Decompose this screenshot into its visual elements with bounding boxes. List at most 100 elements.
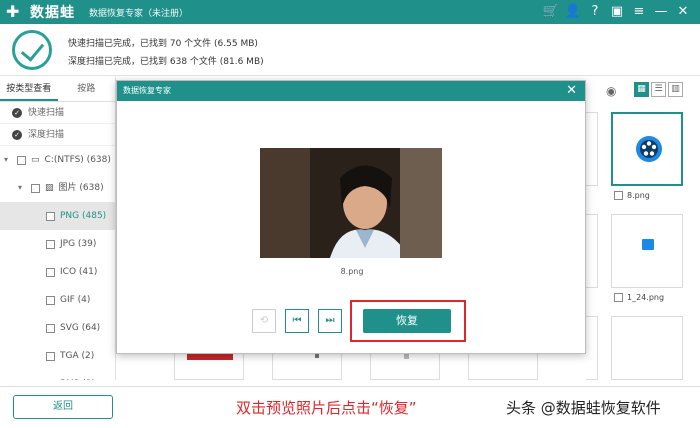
file-thumbnail[interactable] <box>611 316 683 380</box>
tree-item-images[interactable]: ▾ ▨ 图片 (638) <box>0 174 115 202</box>
previous-icon: ⏮ <box>292 315 302 326</box>
thumbnail-content <box>187 354 233 360</box>
tree-item-label: GIF (4) <box>60 295 91 305</box>
logo-plus-icon: ✚ <box>6 2 20 21</box>
rotate-button[interactable]: ⟲ <box>252 309 276 333</box>
detail-view-icon[interactable]: ▥ <box>668 82 683 97</box>
quick-scan-status: 快速扫描已完成，已找到 70 个文件 (6.55 MB) <box>68 39 258 49</box>
scan-item-label: 快速扫描 <box>28 107 65 118</box>
checkbox[interactable] <box>46 267 55 277</box>
checkbox[interactable] <box>46 295 55 305</box>
view-switcher: ▦ ☰ ▥ <box>634 82 683 97</box>
tree-item-label: BMP (3) <box>60 370 95 380</box>
user-icon[interactable]: 👤 <box>564 2 582 22</box>
save-icon[interactable]: ▣ <box>608 2 626 22</box>
chevron-down-icon[interactable]: ▾ <box>4 146 12 174</box>
title-icons: 🛒 👤 ? ▣ ≡ — ✕ <box>542 2 692 22</box>
file-name-row: 8.png <box>614 191 650 200</box>
thumbnail-content <box>404 354 409 359</box>
close-icon[interactable]: ✕ <box>674 2 692 22</box>
file-name-row: 1_24.png <box>614 293 664 302</box>
check-circle-icon <box>12 30 52 70</box>
file-thumbnail[interactable] <box>586 214 598 288</box>
instruction-caption: 双击预览照片后点击“恢复” <box>236 399 417 417</box>
app-subtitle: 数据恢复专家（未注册） <box>89 8 189 19</box>
tree-item-bmp[interactable]: BMP (3) <box>0 370 115 380</box>
folder-icon <box>642 239 654 250</box>
file-thumbnail[interactable] <box>586 316 598 380</box>
tab-by-type[interactable]: 按类型查看 <box>0 77 58 101</box>
next-icon: ⏭ <box>325 315 335 326</box>
file-thumbnail[interactable] <box>370 354 440 380</box>
checkbox[interactable] <box>46 351 55 361</box>
tree-item-label: C:(NTFS) (638) <box>44 155 111 165</box>
deep-scan-status: 深度扫描已完成，已找到 638 个文件 (81.6 MB) <box>68 57 264 67</box>
scan-item-deep[interactable]: ✓ 深度扫描 <box>0 124 115 146</box>
list-view-icon[interactable]: ☰ <box>651 82 666 97</box>
tree-item-label: TGA (2) <box>60 351 95 361</box>
file-name: 8.png <box>627 191 650 200</box>
checkbox[interactable] <box>17 155 26 165</box>
image-icon: ▨ <box>45 183 54 193</box>
checkbox[interactable] <box>46 239 55 249</box>
checkbox[interactable] <box>46 211 55 221</box>
portrait-illustration <box>260 148 442 258</box>
checkbox[interactable] <box>46 323 55 333</box>
previous-button[interactable]: ⏮ <box>285 309 309 333</box>
drive-icon: ▭ <box>31 155 40 165</box>
watermark: 头条 @数据蛙恢复软件 <box>506 399 661 417</box>
file-thumbnail[interactable] <box>468 354 538 380</box>
tab-by-path[interactable]: 按路 <box>58 77 116 101</box>
title-bar: ✚ 数据蛙 数据恢复专家（未注册） 🛒 👤 ? ▣ ≡ — ✕ <box>0 0 700 24</box>
checkbox[interactable] <box>46 379 55 380</box>
tree-item-tga[interactable]: TGA (2) <box>0 342 115 370</box>
file-thumbnail[interactable] <box>272 354 342 380</box>
video-app-icon <box>636 136 662 162</box>
sidebar: 按类型查看 按路 ✓ 快速扫描 ✓ 深度扫描 ▾ ▭ C:(NTFS) (638… <box>0 77 116 380</box>
file-thumbnail[interactable] <box>174 354 244 380</box>
tree-item-label: SVG (64) <box>60 323 101 333</box>
file-thumbnail[interactable] <box>611 214 683 288</box>
minimize-icon[interactable]: — <box>652 2 670 22</box>
dialog-title-bar: 数据恢复专家 ✕ <box>117 81 585 101</box>
file-thumbnail-selected[interactable] <box>611 112 683 186</box>
tree-item-label: JPG (39) <box>60 239 97 249</box>
help-icon[interactable]: ? <box>586 2 604 22</box>
menu-icon[interactable]: ≡ <box>630 2 648 22</box>
close-icon[interactable]: ✕ <box>566 81 577 101</box>
scan-item-label: 深度扫描 <box>28 129 65 140</box>
eye-icon[interactable]: ◉ <box>606 84 626 98</box>
thumbnail-content <box>315 354 319 358</box>
grid-view-icon[interactable]: ▦ <box>634 82 649 97</box>
highlight-box <box>350 300 466 342</box>
tree-item-label: ICO (41) <box>60 267 98 277</box>
scan-item-quick[interactable]: ✓ 快速扫描 <box>0 102 115 124</box>
cart-icon[interactable]: 🛒 <box>542 2 560 22</box>
file-thumbnail[interactable] <box>586 112 598 186</box>
checkbox[interactable] <box>31 183 40 193</box>
app-logo: ✚ 数据蛙 <box>0 2 75 22</box>
tree-item-png[interactable]: PNG (485) <box>0 202 115 230</box>
check-icon: ✓ <box>12 107 22 118</box>
checkbox[interactable] <box>614 191 623 200</box>
tree-item-svg[interactable]: SVG (64) <box>0 314 115 342</box>
tree-item-ico[interactable]: ICO (41) <box>0 258 115 286</box>
tree-item-label: 图片 (638) <box>58 183 104 193</box>
preview-filename: 8.png <box>340 267 364 276</box>
tree-item-jpg[interactable]: JPG (39) <box>0 230 115 258</box>
preview-image <box>260 148 442 258</box>
view-tabs: 按类型查看 按路 <box>0 77 115 102</box>
check-icon: ✓ <box>12 129 22 140</box>
preview-dialog: 数据恢复专家 ✕ 8.png ⟲ ⏮ ⏭ 恢复 <box>116 80 586 354</box>
checkbox[interactable] <box>614 293 623 302</box>
rotate-icon: ⟲ <box>259 315 269 326</box>
footer: 返回 双击预览照片后点击“恢复” 头条 @数据蛙恢复软件 <box>0 386 700 428</box>
file-name: 1_24.png <box>627 293 665 302</box>
tree-item-drive[interactable]: ▾ ▭ C:(NTFS) (638) <box>0 146 115 174</box>
next-button[interactable]: ⏭ <box>318 309 342 333</box>
dialog-title: 数据恢复专家 <box>123 86 171 95</box>
scan-status: 快速扫描已完成，已找到 70 个文件 (6.55 MB) 深度扫描已完成，已找到… <box>0 24 700 76</box>
tree-item-gif[interactable]: GIF (4) <box>0 286 115 314</box>
back-button[interactable]: 返回 <box>13 395 113 419</box>
chevron-down-icon[interactable]: ▾ <box>18 174 26 202</box>
